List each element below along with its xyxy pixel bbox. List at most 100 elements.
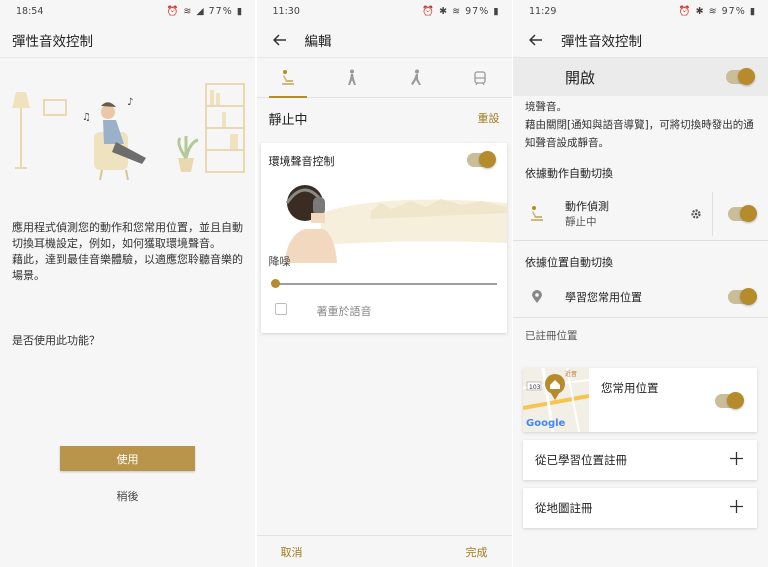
state-header: 靜止中 重設 — [257, 98, 512, 138]
noise-cancel-label: 降噪 — [268, 255, 291, 268]
status-time: 18:54 — [16, 5, 44, 17]
section-location-title: 依據位置自動切換 — [525, 256, 613, 269]
divider — [513, 240, 768, 241]
notification-description: 境聲音。 藉由關閉[通知與語音導覽]，可將切換時發出的通知聲音設成靜音。 — [525, 101, 754, 149]
state-label: 靜止中 — [268, 112, 308, 128]
status-bar: 18:54 ⏰ ≋ ◢ 77% ▮ — [0, 0, 255, 22]
bluetooth-icon: ✱ — [695, 5, 705, 17]
battery-icon: ▮ — [749, 5, 756, 17]
page-title: 彈性音效控制 — [12, 33, 93, 50]
battery-text: 77% — [208, 5, 233, 17]
bluetooth-icon: ✱ — [439, 5, 449, 17]
running-icon — [410, 69, 421, 85]
status-time: 11:30 — [272, 5, 300, 17]
bookshelf-icon — [205, 83, 245, 173]
gear-icon[interactable] — [690, 205, 702, 224]
use-button[interactable]: 使用 — [60, 446, 195, 471]
screen-intro: 18:54 ⏰ ≋ ◢ 77% ▮ 彈性音效控制 ♫ ♪ 應用程式偵測您的動作和… — [0, 0, 255, 567]
plus-icon — [730, 500, 743, 516]
divider — [513, 317, 768, 318]
map-label: 近音 — [565, 370, 577, 378]
battery-icon: ▮ — [236, 5, 243, 17]
register-map-button[interactable]: 從地圖註冊 — [523, 488, 757, 528]
tab-running[interactable] — [396, 63, 436, 93]
status-bar: 11:29 ⏰ ✱ ≋ 97% ▮ — [513, 0, 768, 22]
google-logo: Google — [526, 418, 566, 429]
location-pin-icon — [525, 285, 549, 309]
bottom-action-bar: 取消 完成 — [256, 535, 512, 567]
status-icons: ⏰ ≋ ◢ 77% ▮ — [167, 6, 243, 17]
alarm-icon: ⏰ — [422, 5, 436, 17]
learn-location-row[interactable]: 學習您常用位置 — [513, 277, 768, 317]
ambient-level-slider[interactable] — [270, 279, 497, 288]
status-time: 11:29 — [529, 5, 557, 17]
app-bar: 彈性音效控制 — [513, 22, 768, 58]
listening-illustration: ♫ ♪ — [12, 83, 245, 181]
back-arrow-icon[interactable] — [269, 29, 291, 51]
action-detect-row[interactable]: 動作偵測 靜止中 — [513, 188, 768, 240]
headphone-user-illustration — [284, 185, 507, 263]
tab-transport[interactable] — [460, 63, 500, 93]
lamp-icon — [12, 92, 30, 169]
plus-icon — [730, 452, 743, 468]
action-detect-state: 靜止中 — [565, 216, 597, 228]
transport-icon — [473, 70, 486, 85]
master-toggle[interactable] — [726, 68, 755, 85]
alarm-icon: ⏰ — [678, 5, 692, 17]
app-bar: 彈性音效控制 — [0, 22, 255, 58]
toggle-knob — [478, 151, 496, 168]
action-detect-title: 動作偵測 — [565, 200, 609, 213]
walking-icon — [348, 69, 357, 85]
tab-walking[interactable] — [332, 63, 372, 93]
back-arrow-icon[interactable] — [525, 29, 547, 51]
frequent-place-toggle[interactable] — [715, 392, 744, 409]
frequent-place-card[interactable]: 103 近音 Google 您常用位置 — [523, 368, 757, 432]
ambient-sound-toggle[interactable] — [466, 151, 496, 168]
wifi-icon: ≋ — [452, 5, 462, 17]
toggle-knob — [727, 392, 744, 409]
signal-icon: ◢ — [196, 5, 205, 17]
register-learned-label: 從已學習位置註冊 — [535, 453, 627, 467]
learn-location-toggle[interactable] — [728, 288, 757, 305]
wifi-icon: ≋ — [183, 5, 193, 17]
voice-focus-checkbox[interactable] — [274, 303, 287, 315]
page-title: 編輯 — [304, 33, 332, 50]
slider-thumb[interactable] — [270, 279, 280, 288]
later-button[interactable]: 稍後 — [60, 488, 195, 504]
screens-container: 18:54 ⏰ ≋ ◢ 77% ▮ 彈性音效控制 ♫ ♪ 應用程式偵測您的動作和… — [0, 0, 768, 567]
person-in-chair-icon — [94, 102, 146, 181]
master-switch-label: 開啟 — [565, 68, 596, 87]
toggle-knob — [740, 288, 757, 305]
learn-location-label: 學習您常用位置 — [565, 290, 642, 304]
reset-button[interactable]: 重設 — [478, 110, 500, 126]
register-map-label: 從地圖註冊 — [535, 501, 593, 515]
status-icons: ⏰ ✱ ≋ 97% ▮ — [679, 6, 756, 17]
stationary-icon — [525, 202, 549, 226]
plant-icon — [177, 136, 199, 172]
active-tab-indicator — [268, 96, 307, 98]
music-note-icon: ♪ — [127, 97, 133, 108]
tab-stationary[interactable] — [268, 63, 308, 93]
screen-edit: 11:30 ⏰ ✱ ≋ 97% ▮ 編輯 靜止中 重設 環境聲音控制 降噪 著重… — [256, 0, 512, 567]
battery-icon: ▮ — [493, 5, 500, 17]
alarm-icon: ⏰ — [166, 5, 180, 17]
frequent-place-label: 您常用位置 — [601, 381, 659, 395]
register-learned-button[interactable]: 從已學習位置註冊 — [523, 440, 757, 480]
battery-text: 97% — [465, 5, 490, 17]
status-bar: 11:30 ⏰ ✱ ≋ 97% ▮ — [256, 0, 512, 22]
ambient-sound-card: 環境聲音控制 降噪 著重於語音 — [260, 143, 507, 333]
action-detect-text: 動作偵測 靜止中 — [565, 199, 609, 229]
activity-tabs — [256, 58, 512, 98]
done-button[interactable]: 完成 — [466, 544, 488, 560]
voice-focus-label: 著重於語音 — [316, 305, 372, 318]
feature-description: 應用程式偵測您的動作和您常用位置，並且自動切換耳機設定，例如，如何獲取環境聲音。… — [12, 221, 243, 282]
action-detect-toggle[interactable] — [728, 205, 757, 222]
wifi-icon: ≋ — [708, 5, 718, 17]
master-switch-row[interactable]: 開啟 — [513, 58, 768, 96]
page-title: 彈性音效控制 — [561, 33, 642, 50]
use-question: 是否使用此功能？ — [12, 334, 100, 347]
frame-icon — [43, 99, 67, 116]
app-bar: 編輯 — [256, 22, 512, 58]
cancel-button[interactable]: 取消 — [281, 544, 303, 560]
ambient-sound-title: 環境聲音控制 — [268, 155, 335, 168]
